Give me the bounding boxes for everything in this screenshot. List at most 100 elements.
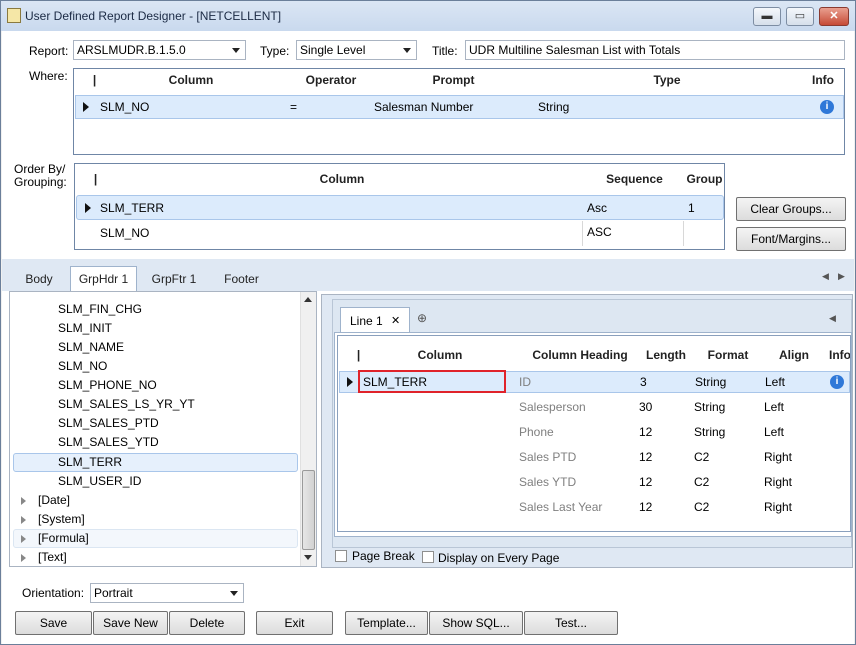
where-row-prompt[interactable]: Salesman Number	[374, 96, 473, 118]
line-row-heading[interactable]: Salesperson	[519, 396, 586, 418]
delete-button[interactable]: Delete	[169, 611, 245, 635]
line-row-align[interactable]: Right	[764, 496, 792, 518]
line-row-align[interactable]: Left	[764, 396, 784, 418]
report-select[interactable]: ARSLMUDR.B.1.5.0	[73, 40, 246, 60]
exit-button[interactable]: Exit	[256, 611, 333, 635]
tree-group-date[interactable]: [Date]	[38, 493, 70, 507]
type-select[interactable]: Single Level	[296, 40, 417, 60]
line-row-heading[interactable]: ID	[519, 371, 531, 393]
order-row-column[interactable]: SLM_NO	[100, 222, 149, 244]
line-row-heading[interactable]: Sales YTD	[519, 471, 576, 493]
where-col-operator[interactable]: Operator	[286, 69, 376, 91]
maximize-button[interactable]: ▭	[786, 7, 814, 26]
expand-icon[interactable]	[21, 554, 26, 562]
order-col-column[interactable]: Column	[97, 168, 587, 190]
line-col-align[interactable]: Align	[764, 344, 824, 366]
tree-item[interactable]: SLM_PHONE_NO	[58, 378, 157, 392]
info-icon[interactable]: i	[820, 100, 834, 114]
show-sql-button[interactable]: Show SQL...	[429, 611, 523, 635]
line-row-length[interactable]: 12	[639, 421, 652, 443]
font-margins-button[interactable]: Font/Margins...	[736, 227, 846, 251]
line-row-length[interactable]: 12	[639, 446, 652, 468]
line-row-heading[interactable]: Phone	[519, 421, 554, 443]
tree-item[interactable]: SLM_SALES_YTD	[58, 435, 159, 449]
line-row-4[interactable]: Sales PTD 12 C2 Right	[339, 446, 850, 470]
where-row-operator[interactable]: =	[290, 96, 297, 118]
line-col-info[interactable]: Info	[825, 344, 850, 366]
line-scroll-left-icon[interactable]: ◀	[829, 313, 836, 324]
tab-line1[interactable]: Line 1 ✕	[340, 307, 410, 333]
expand-icon[interactable]	[21, 497, 26, 505]
line-col-column[interactable]: Column	[360, 344, 520, 366]
tree-item[interactable]: SLM_NAME	[58, 340, 124, 354]
tree-group-text[interactable]: [Text]	[38, 550, 67, 564]
line-row-align[interactable]: Right	[764, 471, 792, 493]
line-row-format[interactable]: String	[694, 396, 725, 418]
where-col-type[interactable]: Type	[531, 69, 803, 91]
orientation-select[interactable]: Portrait	[90, 583, 244, 603]
close-icon[interactable]: ✕	[391, 314, 400, 327]
line-row-format[interactable]: C2	[694, 446, 709, 468]
line-row-length[interactable]: 12	[639, 471, 652, 493]
minimize-button[interactable]: ▬	[753, 7, 781, 26]
line-col-length[interactable]: Length	[640, 344, 692, 366]
tree-item[interactable]: SLM_USER_ID	[58, 474, 141, 488]
order-row-column[interactable]: SLM_TERR	[100, 197, 164, 219]
tree-item[interactable]: SLM_NO	[58, 359, 107, 373]
test-button[interactable]: Test...	[524, 611, 618, 635]
line-row-length[interactable]: 3	[640, 371, 647, 393]
line-row-heading[interactable]: Sales Last Year	[519, 496, 602, 518]
scroll-thumb[interactable]	[302, 470, 315, 550]
tree-item[interactable]: SLM_TERR	[58, 455, 122, 469]
tree-item[interactable]: SLM_SALES_LS_YR_YT	[58, 397, 195, 411]
page-break-checkbox[interactable]	[335, 550, 347, 562]
tree-item[interactable]: SLM_SALES_PTD	[58, 416, 159, 430]
line-row-align[interactable]: Right	[764, 446, 792, 468]
order-row-sequence[interactable]: Asc	[587, 197, 607, 219]
order-row-2[interactable]: SLM_NO ASC	[76, 221, 724, 246]
line-row-2[interactable]: Salesperson 30 String Left	[339, 396, 850, 420]
line-row-format[interactable]: String	[695, 371, 726, 393]
tree-group-system[interactable]: [System]	[38, 512, 85, 526]
where-col-column[interactable]: Column	[96, 69, 286, 91]
line-col-heading[interactable]: Column Heading	[520, 344, 640, 366]
order-row-sequence[interactable]: ASC	[587, 221, 612, 243]
tab-footer[interactable]: Footer	[214, 270, 269, 291]
tree-group-formula[interactable]: [Formula]	[38, 531, 89, 545]
order-row-group[interactable]: 1	[688, 197, 695, 219]
expand-icon[interactable]	[21, 516, 26, 524]
tab-scroll-right-icon[interactable]: ▶	[838, 271, 845, 282]
clear-groups-button[interactable]: Clear Groups...	[736, 197, 846, 221]
line-row-align[interactable]: Left	[765, 371, 785, 393]
add-line-icon[interactable]: ⊕	[417, 311, 427, 325]
tree-scrollbar[interactable]	[300, 292, 316, 566]
tab-body[interactable]: Body	[14, 270, 64, 291]
template-button[interactable]: Template...	[345, 611, 428, 635]
where-row[interactable]: SLM_NO = Salesman Number String i	[75, 95, 844, 119]
close-button[interactable]: ✕	[819, 7, 849, 26]
tab-grphdr1[interactable]: GrpHdr 1	[70, 266, 137, 291]
order-col-sequence[interactable]: Sequence	[587, 168, 682, 190]
scroll-down-icon[interactable]	[304, 555, 312, 560]
line-row-format[interactable]: String	[694, 421, 725, 443]
expand-icon[interactable]	[21, 535, 26, 543]
tab-grpftr1[interactable]: GrpFtr 1	[145, 270, 203, 291]
where-col-info[interactable]: Info	[803, 69, 843, 91]
line-row-align[interactable]: Left	[764, 421, 784, 443]
line-row-heading[interactable]: Sales PTD	[519, 446, 576, 468]
line-row-length[interactable]: 30	[639, 396, 652, 418]
line-row-format[interactable]: C2	[694, 496, 709, 518]
line-row-5[interactable]: Sales YTD 12 C2 Right	[339, 471, 850, 495]
tree-item-selected[interactable]	[13, 453, 298, 472]
scroll-up-icon[interactable]	[304, 297, 312, 302]
where-col-prompt[interactable]: Prompt	[376, 69, 531, 91]
save-new-button[interactable]: Save New	[93, 611, 168, 635]
every-page-checkbox[interactable]	[422, 551, 434, 563]
line-row-3[interactable]: Phone 12 String Left	[339, 421, 850, 445]
order-col-group[interactable]: Group	[682, 168, 724, 190]
where-row-column[interactable]: SLM_NO	[100, 96, 149, 118]
line-row-length[interactable]: 12	[639, 496, 652, 518]
tab-scroll-left-icon[interactable]: ◀	[822, 271, 829, 282]
where-row-type[interactable]: String	[538, 96, 569, 118]
tree-item[interactable]: SLM_FIN_CHG	[58, 302, 142, 316]
